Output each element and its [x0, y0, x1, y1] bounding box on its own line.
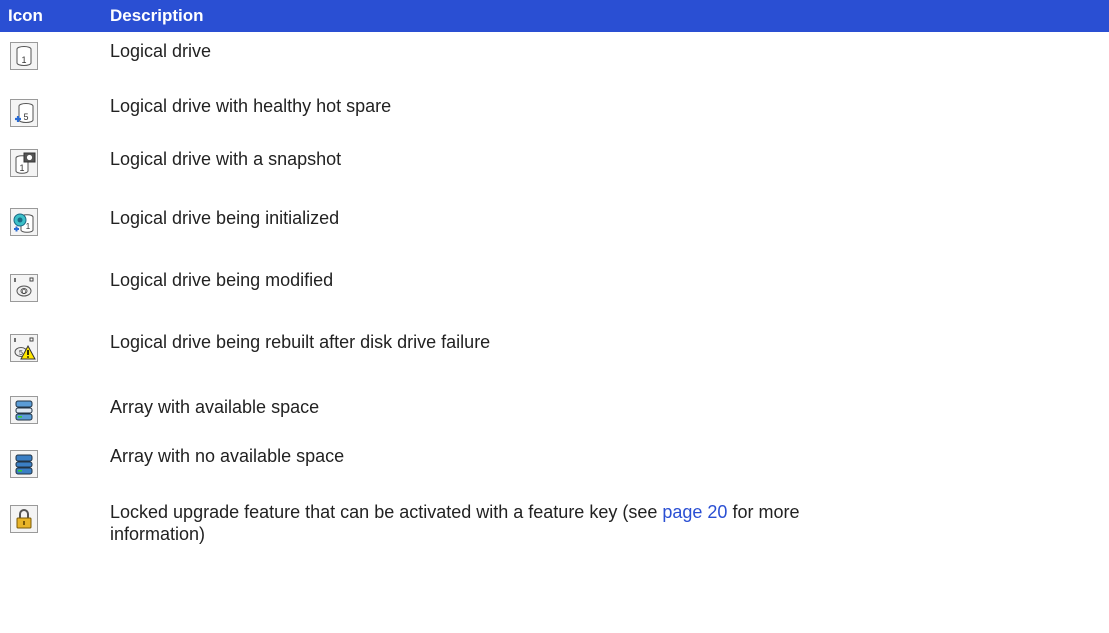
table-row: 1 Logical drive with a snapshot: [0, 140, 1109, 199]
svg-text:1: 1: [21, 55, 26, 65]
icon-legend-table: Icon Description 1 Logical drive 5 Logic…: [0, 0, 1109, 561]
logical-drive-initializing-icon: 1: [10, 208, 38, 236]
table-row: 1 Logical drive: [0, 32, 1109, 81]
logical-drive-snapshot-icon: 1: [10, 149, 38, 177]
row-description: Array with no available space: [110, 446, 345, 466]
table-row: 5 Logical drive being rebuilt after disk…: [0, 323, 1109, 383]
row-description: Logical drive being rebuilt after disk d…: [110, 332, 491, 352]
row-description: Logical drive being modified: [110, 270, 334, 290]
header-description: Description: [110, 6, 204, 25]
table-row: Locked upgrade feature that can be activ…: [0, 491, 1109, 561]
array-no-space-icon: [10, 450, 38, 478]
array-available-space-icon: [10, 396, 38, 424]
table-row: 1 Logical drive being initialized: [0, 199, 1109, 261]
logical-drive-modifying-icon: 0: [10, 274, 38, 302]
table-header: Icon Description: [0, 0, 1109, 32]
svg-text:1: 1: [19, 163, 24, 173]
svg-text:1: 1: [26, 222, 31, 231]
header-icon: Icon: [8, 6, 43, 25]
row-description: Locked upgrade feature that can be activ…: [110, 502, 800, 544]
table-row: 5 Logical drive with healthy hot spare: [0, 81, 1109, 140]
row-description: Logical drive with healthy hot spare: [110, 96, 392, 116]
lock-icon: [10, 505, 38, 533]
row-description: Logical drive with a snapshot: [110, 149, 342, 169]
row-description: Logical drive being initialized: [110, 208, 340, 228]
row-description: Logical drive: [110, 41, 212, 61]
logical-drive-icon: 1: [10, 42, 38, 70]
table-row: Array with no available space: [0, 437, 1109, 491]
table-row: 0 Logical drive being modified: [0, 261, 1109, 323]
svg-text:5: 5: [23, 112, 28, 122]
page-20-link[interactable]: page 20: [662, 502, 727, 522]
logical-drive-hot-spare-icon: 5: [10, 99, 38, 127]
svg-text:0: 0: [22, 289, 26, 296]
logical-drive-rebuilding-icon: 5: [10, 334, 38, 362]
table-row: Array with available space: [0, 383, 1109, 437]
row-description: Array with available space: [110, 397, 320, 417]
